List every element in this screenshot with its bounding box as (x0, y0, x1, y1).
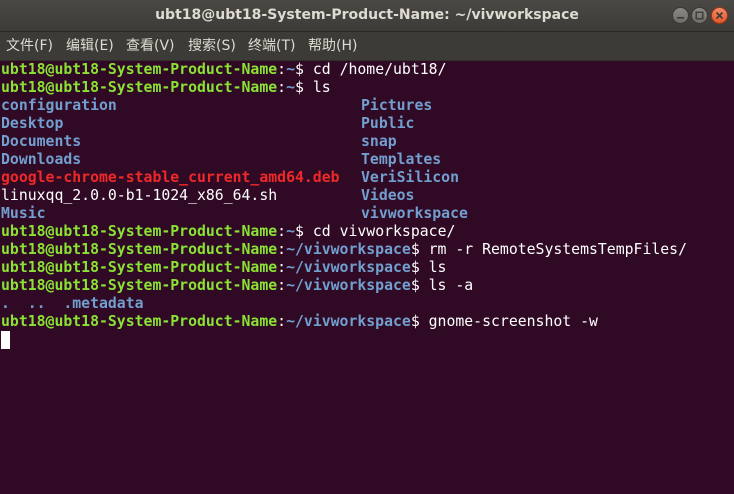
prompt-user: ubt18@ubt18-System-Product-Name (1, 277, 278, 294)
prompt-line: ubt18@ubt18-System-Product-Name:~/vivwor… (1, 259, 447, 276)
window-title: ubt18@ubt18-System-Product-Name: ~/vivwo… (155, 7, 579, 23)
ls-entry: VeriSilicon (361, 169, 459, 186)
prompt-user: ubt18@ubt18-System-Product-Name (1, 241, 278, 258)
menu-search[interactable]: 搜索(S) (188, 32, 236, 61)
ls-entry: Documents (1, 133, 82, 150)
minimize-icon (677, 17, 684, 19)
menu-view[interactable]: 查看(V) (126, 32, 175, 61)
close-button[interactable] (711, 7, 728, 24)
ls-entry: Downloads (1, 151, 82, 168)
command-text: cd vivworkspace/ (303, 223, 456, 240)
menu-bar: 文件(F) 编辑(E) 查看(V) 搜索(S) 终端(T) 帮助(H) (0, 32, 734, 61)
menu-edit[interactable]: 编辑(E) (66, 32, 114, 61)
ls-entry: Music (1, 205, 46, 222)
ls-a-output: . .. .metadata (1, 295, 144, 313)
ls-entry: Videos (361, 187, 415, 204)
ls-entry: google-chrome-stable_current_amd64.deb (1, 169, 340, 186)
command-text: cd /home/ubt18/ (303, 61, 447, 78)
ls-entry: linuxqq_2.0.0-b1-1024_x86_64.sh (1, 187, 278, 204)
prompt-path: ~/vivworkspace (286, 313, 411, 330)
prompt-path: ~ (286, 79, 296, 96)
command-text: ls (419, 259, 447, 276)
prompt-path: ~ (286, 223, 296, 240)
ls-entry: configuration (1, 97, 117, 114)
menu-help[interactable]: 帮助(H) (308, 32, 357, 61)
command-text: gnome-screenshot -w (419, 313, 598, 330)
ls-entry: Desktop (1, 115, 64, 132)
prompt-user: ubt18@ubt18-System-Product-Name (1, 79, 278, 96)
title-bar[interactable]: ubt18@ubt18-System-Product-Name: ~/vivwo… (0, 0, 734, 32)
ls-entry: Public (361, 115, 415, 132)
dot-entries: . .. (1, 295, 64, 312)
prompt-user: ubt18@ubt18-System-Product-Name (1, 223, 278, 240)
command-text: ls (303, 79, 331, 96)
ls-entry: Templates (361, 151, 442, 168)
close-icon (715, 11, 724, 20)
menu-terminal[interactable]: 终端(T) (248, 32, 295, 61)
minimize-button[interactable] (672, 7, 689, 24)
prompt-line: ubt18@ubt18-System-Product-Name:~/vivwor… (1, 277, 474, 294)
prompt-path: ~/vivworkspace (286, 277, 411, 294)
prompt-line: ubt18@ubt18-System-Product-Name:~/vivwor… (1, 313, 598, 330)
command-text: rm -r RemoteSystemsTempFiles/ (419, 241, 687, 258)
prompt-line: ubt18@ubt18-System-Product-Name:~$ cd /h… (1, 61, 447, 78)
terminal-output[interactable]: ubt18@ubt18-System-Product-Name:~$ cd /h… (0, 61, 734, 494)
prompt-path: ~/vivworkspace (286, 241, 411, 258)
maximize-icon (695, 11, 704, 20)
prompt-user: ubt18@ubt18-System-Product-Name (1, 313, 278, 330)
terminal-window: ubt18@ubt18-System-Product-Name: ~/vivwo… (0, 0, 734, 494)
ls-entry: snap (361, 133, 397, 150)
prompt-line: ubt18@ubt18-System-Product-Name:~$ cd vi… (1, 223, 456, 240)
text-cursor (1, 331, 10, 349)
prompt-user: ubt18@ubt18-System-Product-Name (1, 259, 278, 276)
maximize-button[interactable] (691, 7, 708, 24)
prompt-line: ubt18@ubt18-System-Product-Name:~/vivwor… (1, 241, 687, 258)
menu-file[interactable]: 文件(F) (6, 32, 53, 61)
ls-entry: .metadata (63, 295, 144, 312)
ls-entry: vivworkspace (361, 205, 468, 222)
command-text: ls -a (419, 277, 474, 294)
ls-entry: Pictures (361, 97, 433, 114)
prompt-path: ~ (286, 61, 296, 78)
prompt-line: ubt18@ubt18-System-Product-Name:~$ ls (1, 79, 331, 96)
prompt-path: ~/vivworkspace (286, 259, 411, 276)
prompt-user: ubt18@ubt18-System-Product-Name (1, 61, 278, 78)
